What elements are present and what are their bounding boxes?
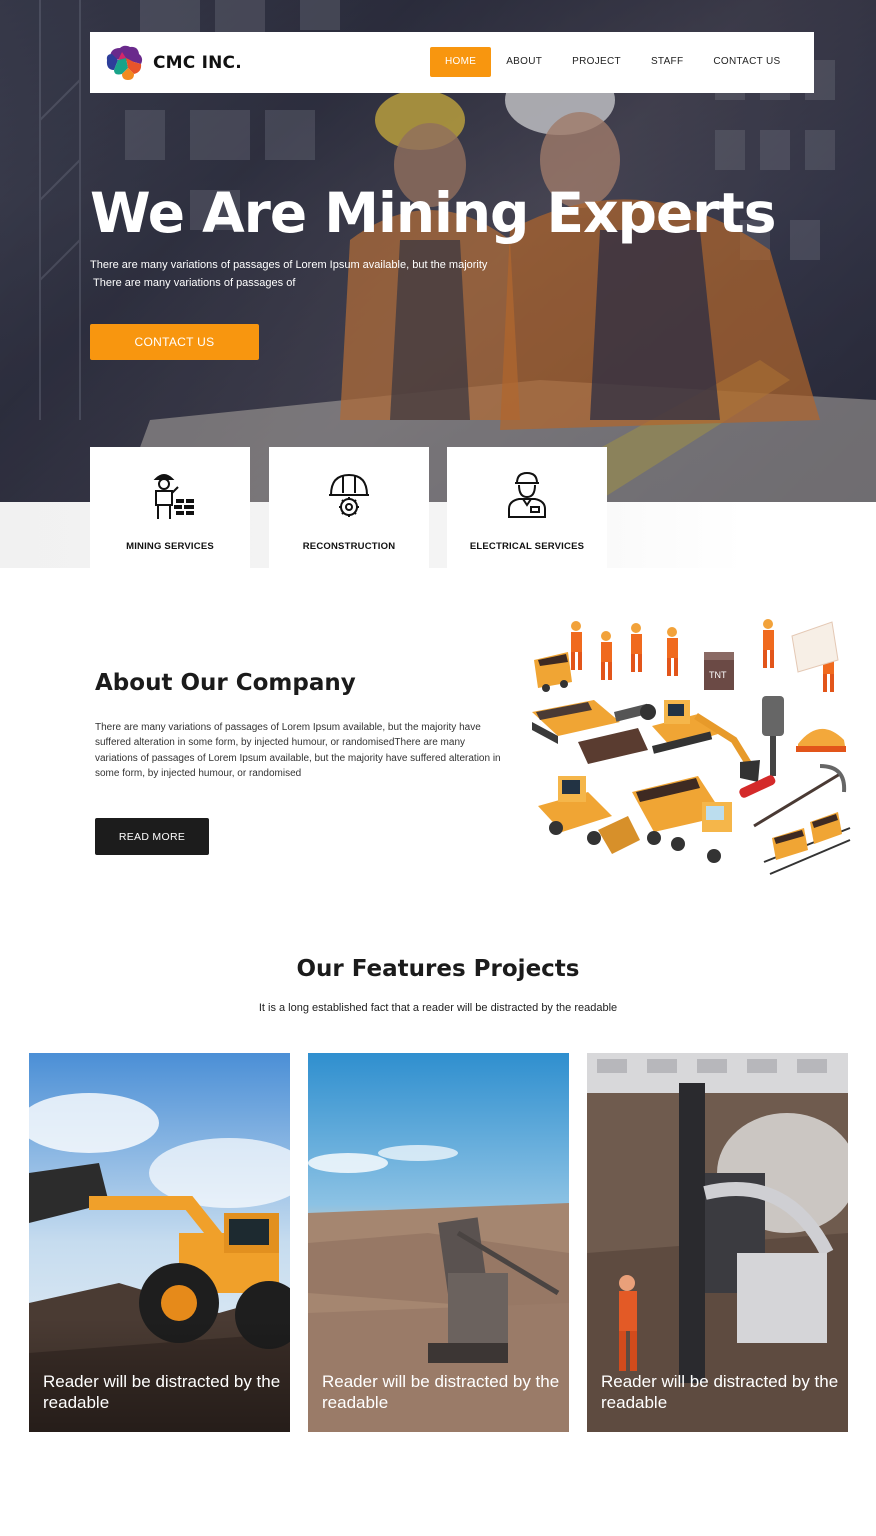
project-card-2[interactable]: Reader will be distracted by the readabl… — [308, 1053, 569, 1432]
about-title: About Our Company — [95, 670, 356, 696]
hero-subtitle-line-2: There are many variations of passages of — [93, 277, 296, 289]
project-caption-2: Reader will be distracted by the readabl… — [322, 1372, 560, 1412]
service-card-electrical[interactable]: ELECTRICAL SERVICES — [447, 447, 607, 568]
service-card-reconstruction[interactable]: RECONSTRUCTION — [269, 447, 429, 568]
nav-staff[interactable]: STAFF — [636, 47, 698, 77]
service-label-reconstruction: RECONSTRUCTION — [302, 541, 396, 552]
hero-subtitle-line-1: There are many variations of passages of… — [90, 259, 488, 271]
hero-title: We Are Mining Experts — [90, 181, 776, 245]
projects-title: Our Features Projects — [296, 956, 580, 982]
contact-us-button[interactable]: CONTACT US — [90, 324, 259, 360]
project-card-3[interactable]: Reader will be distracted by the readabl… — [587, 1053, 848, 1432]
service-label-mining: MINING SERVICES — [126, 541, 214, 552]
hero-subtitle: There are many variations of passages of… — [90, 256, 550, 292]
top-navbar: CMC INC. HOME ABOUT PROJECT STAFF CONTAC… — [90, 32, 814, 93]
brain-logo-icon — [106, 45, 143, 80]
about-text: There are many variations of passages of… — [95, 722, 501, 780]
projects-subtitle: It is a long established fact that a rea… — [258, 1002, 618, 1014]
nav-home[interactable]: HOME — [430, 47, 492, 77]
mining-illustration: TNT — [532, 619, 851, 875]
main-nav: HOME ABOUT PROJECT STAFF CONTACT US — [430, 47, 795, 77]
nav-about[interactable]: ABOUT — [491, 47, 557, 77]
helmet-gear-icon — [329, 473, 369, 517]
project-card-1[interactable]: Reader will be distracted by the readabl… — [29, 1053, 290, 1432]
service-label-electrical: ELECTRICAL SERVICES — [469, 541, 585, 552]
svg-text:TNT: TNT — [709, 670, 727, 680]
brand-name: CMC INC. — [153, 52, 242, 73]
nav-project[interactable]: PROJECT — [557, 47, 636, 77]
hero-section: CMC INC. HOME ABOUT PROJECT STAFF CONTAC… — [0, 0, 876, 502]
service-card-mining[interactable]: MINING SERVICES — [90, 447, 250, 568]
worker-brick-icon — [153, 474, 194, 519]
engineer-icon — [508, 471, 546, 518]
project-caption-3: Reader will be distracted by the readabl… — [601, 1372, 839, 1412]
nav-contact-us[interactable]: CONTACT US — [698, 47, 795, 77]
project-caption-1: Reader will be distracted by the readabl… — [43, 1372, 281, 1412]
read-more-button[interactable]: READ MORE — [95, 818, 209, 855]
brand-logo[interactable]: CMC INC. — [104, 44, 242, 82]
